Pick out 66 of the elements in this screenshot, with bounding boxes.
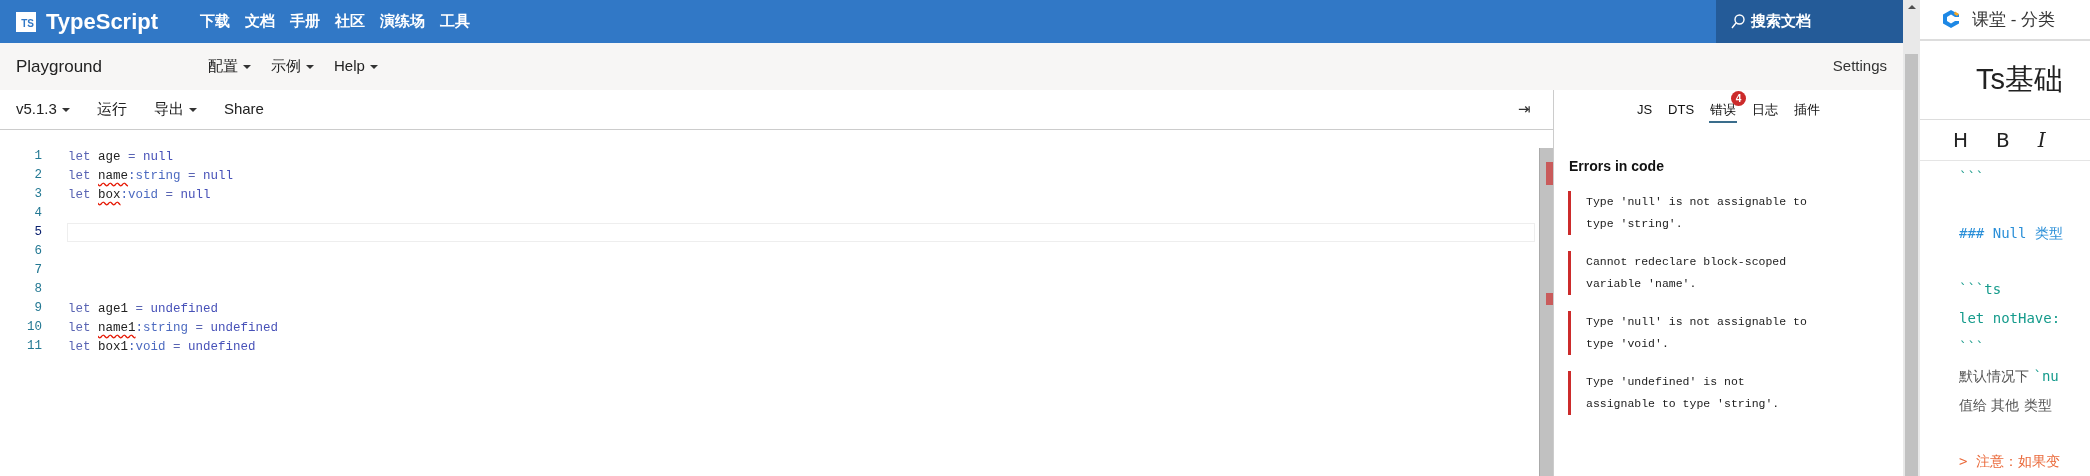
caret-icon <box>243 64 251 69</box>
line-number: 10 <box>26 319 42 337</box>
caret-icon <box>61 107 70 112</box>
collapse-button[interactable]: ⇥ <box>1514 98 1535 121</box>
page-title: Playground <box>16 55 103 78</box>
line-number: 11 <box>26 338 42 356</box>
brand-name[interactable]: TypeScript <box>46 5 159 38</box>
search-icon <box>1731 14 1745 29</box>
error-message: Type 'null' is not assignable to type 'string'. <box>1568 191 1818 235</box>
nav-link[interactable]: 文档 <box>245 10 276 33</box>
tab[interactable]: DTS <box>1667 97 1696 124</box>
search-field[interactable]: 搜索文档 <box>1716 0 1903 43</box>
markdown-line: ### Null 类型 <box>1959 224 2064 243</box>
logo-icon: TS <box>16 11 36 32</box>
settings-button[interactable]: Settings <box>1832 55 1887 78</box>
code-line: let box1:void = undefined <box>67 339 257 356</box>
app-title: 课堂 - 分类 <box>1972 8 2056 31</box>
menu-button[interactable]: 示例 <box>271 55 314 78</box>
nav-link[interactable]: 手册 <box>290 10 321 33</box>
tab[interactable]: JS <box>1635 97 1654 124</box>
line-number: 1 <box>33 148 42 166</box>
line-number: 4 <box>33 205 42 223</box>
nav-link[interactable]: 社区 <box>335 10 366 33</box>
menu-button[interactable]: 配置 <box>208 55 251 78</box>
bold-button[interactable]: B <box>1996 125 2010 156</box>
markdown-line: let notHave: <box>1959 309 2062 328</box>
caret-icon <box>188 107 197 112</box>
tab[interactable]: 日志 <box>1751 97 1780 124</box>
toolbar-button[interactable]: 运行 <box>96 98 127 121</box>
line-number: 2 <box>33 167 42 185</box>
tab[interactable]: 插件 <box>1793 97 1822 124</box>
code-line: let name:string = null <box>67 168 235 185</box>
line-number: 6 <box>33 243 42 261</box>
heading-button[interactable]: H <box>1953 125 1969 156</box>
markdown-line: > 注意：如果变 <box>1959 452 2061 471</box>
markdown-line: ``` <box>1959 338 1986 357</box>
line-number: 3 <box>33 186 42 204</box>
markdown-line: ``` <box>1959 168 1986 187</box>
italic-button[interactable]: I <box>2037 125 2046 156</box>
error-message: Type 'null' is not assignable to type 'void'. <box>1568 311 1818 355</box>
dropdown-button[interactable]: v5.1.3 <box>16 98 70 121</box>
nav-link[interactable]: 演练场 <box>380 10 426 33</box>
markdown-line: 值给 其他 类型 <box>1959 396 2053 415</box>
error-message: Type 'undefined' is not assignable to type 'string'. <box>1568 371 1818 415</box>
toolbar-button[interactable]: Share <box>223 98 264 121</box>
code-line: let age = null <box>67 149 175 166</box>
nav-link[interactable]: 工具 <box>440 10 471 33</box>
caret-icon <box>369 64 378 69</box>
markdown-line: 默认情况下 `nu <box>1959 367 2060 386</box>
scrollbar[interactable] <box>1903 0 1920 476</box>
caret-icon <box>306 64 314 69</box>
markdown-line: ```ts <box>1959 280 2003 299</box>
code-line: let name1:string = undefined <box>67 320 280 337</box>
code-line: let age1 = undefined <box>67 301 220 318</box>
section-heading: Errors in code <box>1569 157 1665 176</box>
line-number: 8 <box>33 281 42 299</box>
nav-link[interactable]: 下载 <box>200 10 231 33</box>
line-number: 9 <box>33 300 42 318</box>
code-line: let box:void = null <box>67 187 212 204</box>
menu-button[interactable]: Help <box>334 55 378 78</box>
dropdown-button[interactable]: 导出 <box>153 98 197 121</box>
line-number: 5 <box>33 224 42 242</box>
error-message: Cannot redeclare block-scoped variable 'name'. <box>1568 251 1818 295</box>
line-number: 7 <box>33 262 42 280</box>
document-title: Ts基础 <box>1920 40 2090 121</box>
logo-icon <box>1940 8 1962 31</box>
